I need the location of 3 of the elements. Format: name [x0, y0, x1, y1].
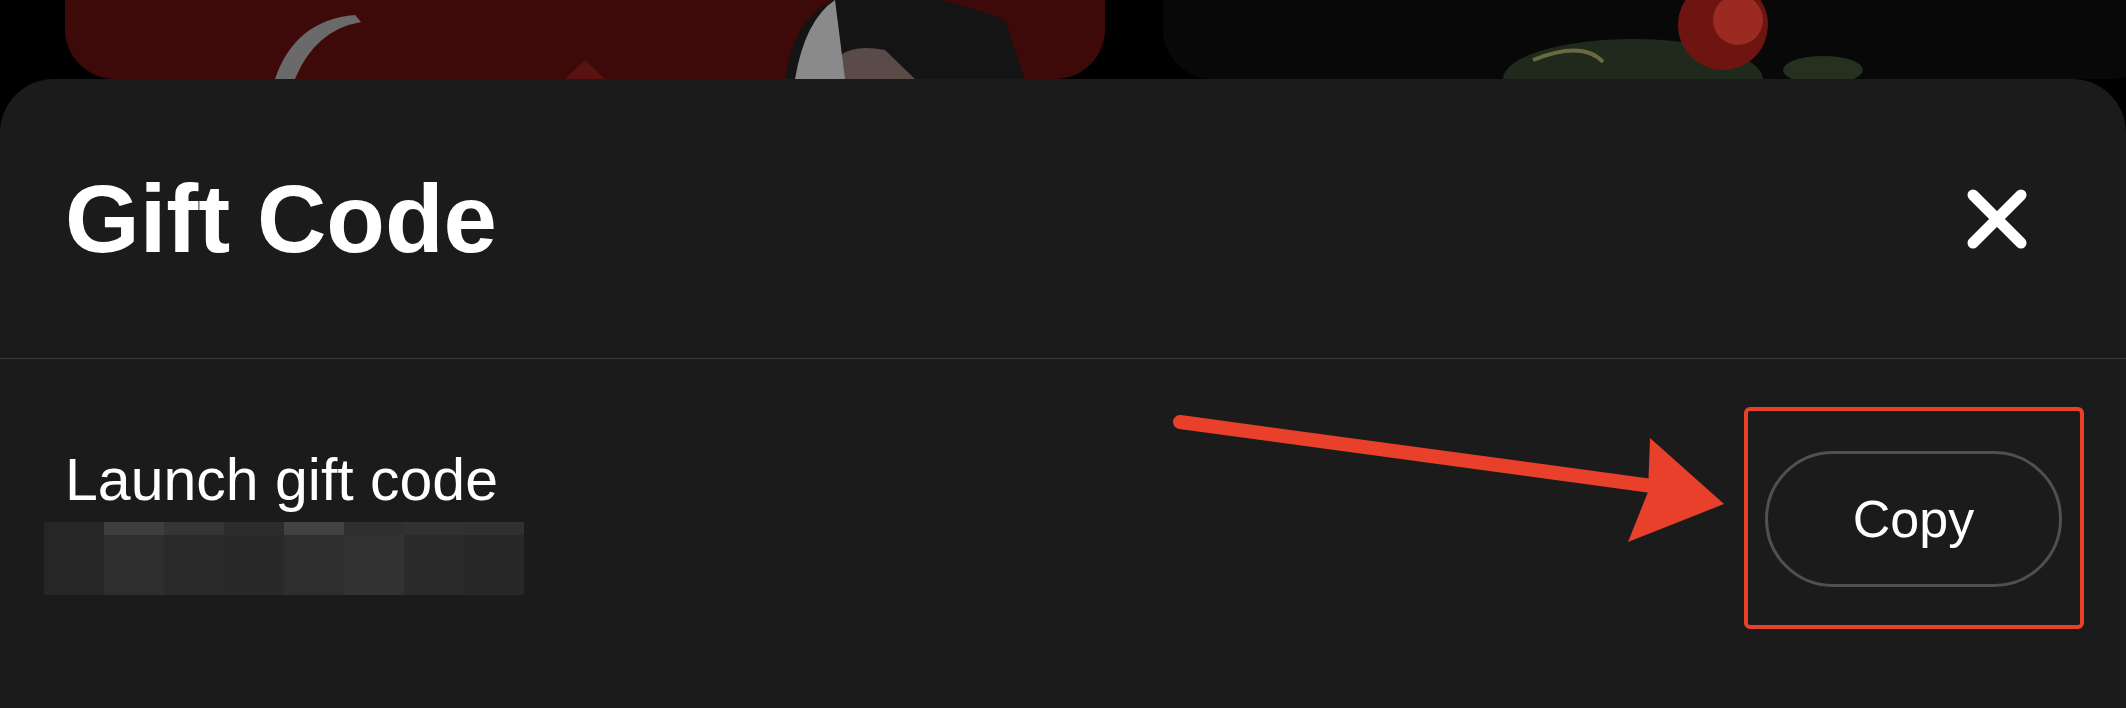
copy-button[interactable]: Copy [1765, 451, 2062, 587]
gift-code-label: Launch gift code [64, 451, 499, 510]
sheet-title: Gift Code [65, 170, 497, 267]
